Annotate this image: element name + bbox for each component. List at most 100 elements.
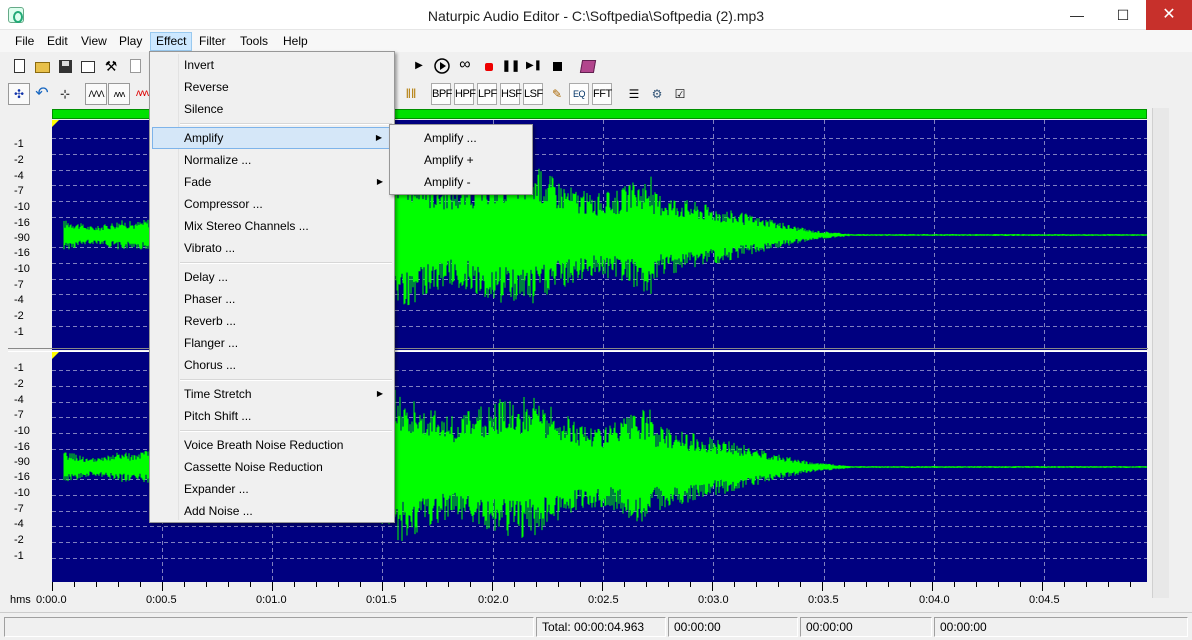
pencil-icon[interactable]: ✎: [546, 83, 568, 105]
hpf-button[interactable]: HPF: [454, 83, 476, 105]
db-label: -4: [14, 394, 24, 406]
hsf-button[interactable]: HSF: [500, 83, 522, 105]
fft-button[interactable]: FFT: [592, 83, 612, 105]
menu-item-fade-label: Fade: [184, 175, 212, 189]
menu-item-compressor[interactable]: Compressor ...: [152, 193, 392, 215]
db-label: -16: [14, 217, 30, 229]
copy-icon[interactable]: [124, 55, 146, 77]
menu-tools[interactable]: Tools: [235, 32, 273, 51]
status-total: Total: 00:00:04.963: [536, 617, 666, 637]
menu-item-chorus[interactable]: Chorus ...: [152, 354, 392, 376]
db-label: -1: [14, 362, 24, 374]
checklist-icon[interactable]: ☑: [669, 83, 691, 105]
db-label: -1: [14, 550, 24, 562]
submenu-item-amplify-plus[interactable]: Amplify +: [392, 149, 530, 171]
menu-help[interactable]: Help: [278, 32, 313, 51]
status-position: 00:00:00: [668, 617, 798, 637]
undo-icon[interactable]: ↶: [31, 83, 53, 105]
db-label: -90: [14, 456, 30, 468]
cursor-marker: [52, 352, 59, 359]
play-selection-icon[interactable]: [431, 55, 453, 77]
record-icon[interactable]: [477, 55, 499, 77]
mixer-icon[interactable]: ǁǁ: [400, 83, 422, 105]
menu-item-phaser[interactable]: Phaser ...: [152, 288, 392, 310]
step-forward-icon[interactable]: ▶❚: [523, 55, 545, 77]
menu-item-normalize[interactable]: Normalize ...: [152, 149, 392, 171]
menu-item-reverb[interactable]: Reverb ...: [152, 310, 392, 332]
menu-item-cassette[interactable]: Cassette Noise Reduction: [152, 456, 392, 478]
pause-icon[interactable]: ❚❚: [500, 55, 522, 77]
time-ruler[interactable]: [52, 582, 1147, 592]
time-label: 0:00.5: [146, 594, 177, 606]
db-label: -2: [14, 154, 24, 166]
lsf-button[interactable]: LSF: [523, 83, 543, 105]
db-label: -1: [14, 326, 24, 338]
menu-separator: [180, 379, 392, 381]
zoom-fit-icon[interactable]: ✣: [8, 83, 30, 105]
menu-play[interactable]: Play: [114, 32, 147, 51]
menu-item-silence[interactable]: Silence: [152, 98, 392, 120]
menu-item-amplify[interactable]: Amplify ▶: [152, 127, 392, 149]
title-bar: Naturpic Audio Editor - C:\Softpedia\Sof…: [0, 0, 1192, 30]
menu-item-mix-stereo[interactable]: Mix Stereo Channels ...: [152, 215, 392, 237]
db-label: -16: [14, 247, 30, 259]
cursor-icon[interactable]: ⊹: [54, 83, 76, 105]
waveform-icon[interactable]: ΛΛΛ: [85, 83, 107, 105]
menu-item-vibrato[interactable]: Vibrato ...: [152, 237, 392, 259]
db-label: -10: [14, 425, 30, 437]
maximize-button[interactable]: ☐: [1100, 0, 1146, 30]
menu-view[interactable]: View: [76, 32, 112, 51]
menu-item-reverse[interactable]: Reverse: [152, 76, 392, 98]
time-label: 0:03.0: [698, 594, 729, 606]
menu-item-time-stretch[interactable]: Time Stretch ▶: [152, 383, 392, 405]
stop-icon[interactable]: [546, 55, 568, 77]
bpf-button[interactable]: BPF: [431, 83, 452, 105]
cursor-marker: [52, 120, 59, 127]
db-label: -2: [14, 310, 24, 322]
timeline: hms 0:00.0 0:00.5 0:01.0 0:01.5 0:02.0 0…: [8, 594, 1148, 610]
vertical-scrollbar[interactable]: [1152, 108, 1169, 598]
menu-item-fade[interactable]: Fade ▶: [152, 171, 392, 193]
time-label: 0:03.5: [808, 594, 839, 606]
waveform-alt-icon[interactable]: ʌʌʌ: [108, 83, 130, 105]
db-label: -16: [14, 441, 30, 453]
menu-item-pitch-shift[interactable]: Pitch Shift ...: [152, 405, 392, 427]
help-book-icon[interactable]: [576, 55, 598, 77]
menu-filter[interactable]: Filter: [194, 32, 231, 51]
db-label: -7: [14, 185, 24, 197]
db-label: -10: [14, 201, 30, 213]
menu-edit[interactable]: Edit: [42, 32, 73, 51]
menu-item-flanger[interactable]: Flanger ...: [152, 332, 392, 354]
menu-effect[interactable]: Effect: [150, 32, 193, 51]
minimize-button[interactable]: —: [1054, 0, 1100, 30]
menu-item-delay[interactable]: Delay ...: [152, 266, 392, 288]
menu-item-voice-breath[interactable]: Voice Breath Noise Reduction: [152, 434, 392, 456]
edit-list-icon[interactable]: ☰: [623, 83, 645, 105]
db-label: -10: [14, 263, 30, 275]
new-file-icon[interactable]: [8, 55, 30, 77]
menu-item-invert[interactable]: Invert: [152, 54, 392, 76]
submenu-item-amplify-dialog[interactable]: Amplify ...: [392, 127, 530, 149]
save-icon[interactable]: [54, 55, 76, 77]
lpf-button[interactable]: LPF: [477, 83, 497, 105]
tools-icon[interactable]: ⚒: [100, 55, 122, 77]
open-folder-icon[interactable]: [31, 55, 53, 77]
close-button[interactable]: ✕: [1146, 0, 1192, 30]
db-label: -2: [14, 534, 24, 546]
submenu-arrow-icon: ▶: [376, 389, 383, 398]
eq-button[interactable]: EQ: [569, 83, 589, 105]
time-label: 0:04.5: [1029, 594, 1060, 606]
settings-icon[interactable]: ⚙: [646, 83, 668, 105]
submenu-arrow-icon: ▶: [375, 133, 382, 142]
status-bar: Total: 00:00:04.963 00:00:00 00:00:00 00…: [0, 612, 1192, 640]
submenu-item-amplify-minus[interactable]: Amplify -: [392, 171, 530, 193]
db-label: -7: [14, 503, 24, 515]
loop-icon[interactable]: ∞: [454, 55, 476, 77]
properties-icon[interactable]: [77, 55, 99, 77]
db-label: -4: [14, 294, 24, 306]
menu-item-amplify-label: Amplify: [184, 131, 224, 145]
menu-item-expander[interactable]: Expander ...: [152, 478, 392, 500]
menu-item-add-noise[interactable]: Add Noise ...: [152, 500, 392, 522]
menu-file[interactable]: File: [10, 32, 39, 51]
play-icon[interactable]: ▶: [408, 55, 430, 77]
